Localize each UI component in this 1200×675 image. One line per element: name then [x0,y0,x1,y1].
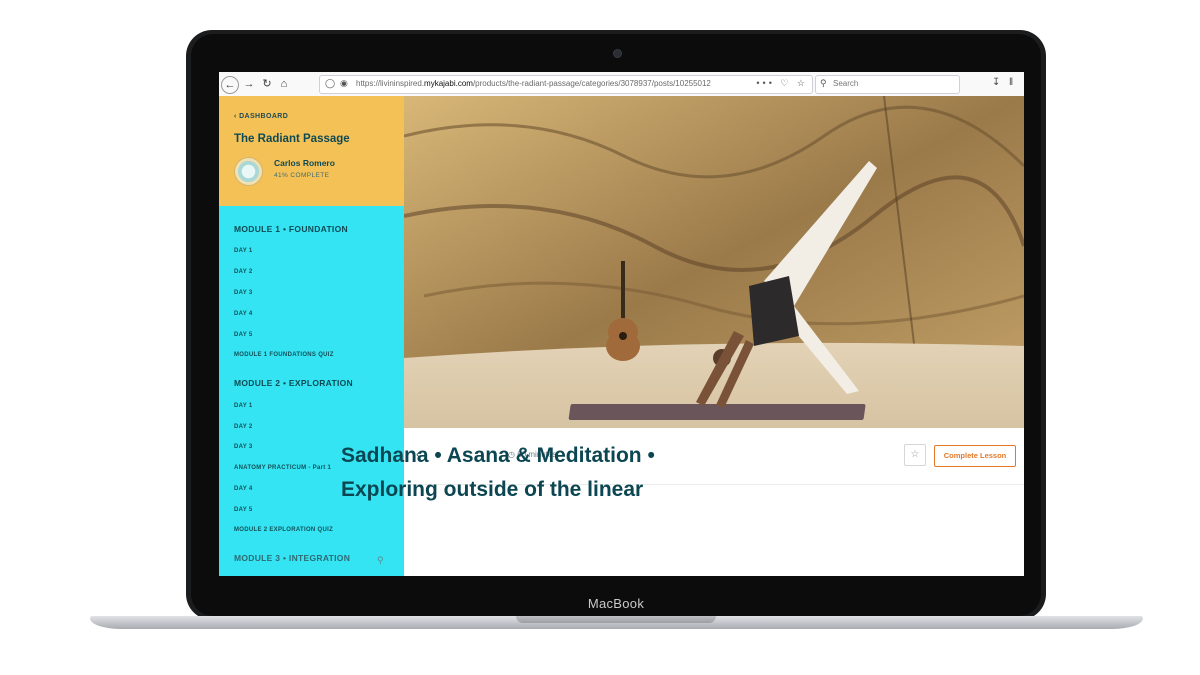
forward-arrow-icon[interactable]: → [241,76,257,92]
lesson-item[interactable]: DAY 5 [234,507,253,513]
url-actions[interactable]: ••• ♡ ☆ [756,78,808,89]
sidebar-header: ‹ DASHBOARD The Radiant Passage Carlos R… [219,96,404,206]
url-prefix: https://livininspired. [356,79,425,88]
lesson-title-line-2: Exploring outside of the linear [341,478,644,501]
laptop-notch [516,616,716,623]
module-title[interactable]: MODULE 2 • EXPLORATION [234,378,353,388]
lesson-item[interactable]: DAY 3 [234,444,253,450]
video-frame [404,96,1024,428]
library-icon[interactable]: ‖ [1009,77,1013,88]
dashboard-label: DASHBOARD [239,113,289,120]
shield-icon: ◯ [325,78,336,88]
reload-icon[interactable]: ↻ [259,76,275,92]
lock-icon: ◉ [340,78,348,88]
lesson-item[interactable]: MODULE 1 FOUNDATIONS QUIZ [234,352,334,358]
home-icon[interactable]: ⌂ [276,76,292,92]
module-title[interactable]: MODULE 3 • INTEGRATION [234,553,350,563]
lesson-item[interactable]: MODULE 2 EXPLORATION QUIZ [234,527,333,533]
yoga-mat [568,404,866,420]
lesson-item[interactable]: ANATOMY PRACTICUM - Part 1 [234,465,331,471]
url-path: /products/the-radiant-passage/categories… [472,79,711,88]
dashboard-link[interactable]: ‹ DASHBOARD [234,113,288,120]
complete-lesson-button[interactable]: Complete Lesson [934,445,1016,467]
lesson-item[interactable]: DAY 1 [234,403,253,409]
device-brand: MacBook [587,596,645,611]
lesson-item[interactable]: DAY 4 [234,311,253,317]
course-title: The Radiant Passage [234,133,350,145]
lesson-item[interactable]: DAY 1 [234,248,253,254]
lesson-item[interactable]: DAY 3 [234,290,253,296]
lock-icon: ⚲ [377,555,384,565]
lesson-item[interactable]: DAY 2 [234,424,253,430]
url-text: https://livininspired.mykajabi.com/produ… [356,79,711,88]
lesson-title-line-1: Sadhana • Asana & Meditation • [341,444,655,467]
back-arrow-icon[interactable]: ← [221,76,239,94]
lesson-title: Sadhana • Asana & Meditation • Exploring… [341,439,771,507]
search-placeholder: Search [833,79,859,88]
module-title[interactable]: MODULE 1 • FOUNDATION [234,224,348,234]
lesson-item[interactable]: DAY 4 [234,486,253,492]
search-bar[interactable]: ⚲ Search [815,75,960,94]
progress-text: 41% COMPLETE [274,172,330,179]
lesson-video[interactable] [404,96,1024,428]
user-name: Carlos Romero [274,158,335,168]
lesson-item[interactable]: DAY 5 [234,332,253,338]
search-icon: ⚲ [820,78,827,88]
downloads-icon[interactable]: ↧ [992,77,1000,88]
lesson-item[interactable]: DAY 2 [234,269,253,275]
browser-toolbar: ← → ↻ ⌂ ◯ ◉ https://livininspired.mykaja… [219,72,1024,97]
favorite-star-icon[interactable]: ☆ [904,444,926,466]
url-bar[interactable]: ◯ ◉ https://livininspired.mykajabi.com/p… [319,75,813,94]
camera-icon [613,49,622,58]
avatar [234,157,263,186]
url-host: mykajabi.com [424,79,473,88]
